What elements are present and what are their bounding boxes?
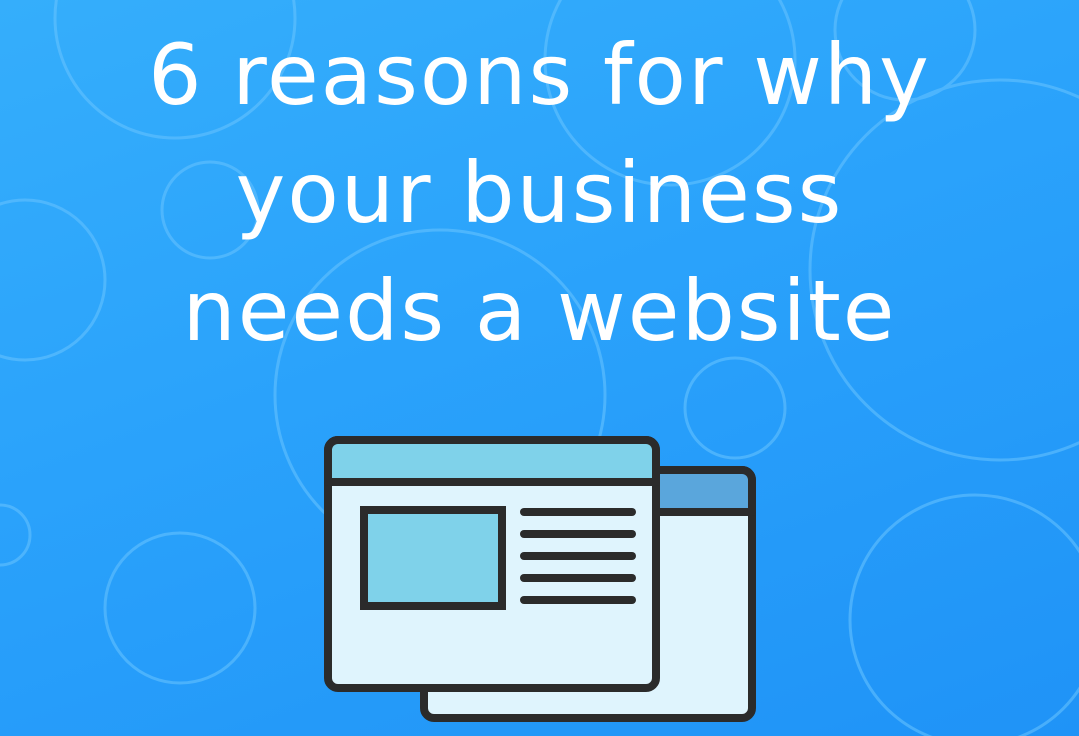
headline-line-2: your business	[235, 144, 844, 242]
headline: 6 reasons for why your business needs a …	[0, 16, 1079, 370]
browser-windows-icon	[324, 436, 756, 722]
graphic-canvas: 6 reasons for why your business needs a …	[0, 0, 1079, 736]
front-browser-window	[324, 436, 660, 692]
headline-line-1: 6 reasons for why	[148, 26, 931, 124]
headline-line-3: needs a website	[182, 262, 897, 360]
image-placeholder-icon	[360, 506, 506, 610]
